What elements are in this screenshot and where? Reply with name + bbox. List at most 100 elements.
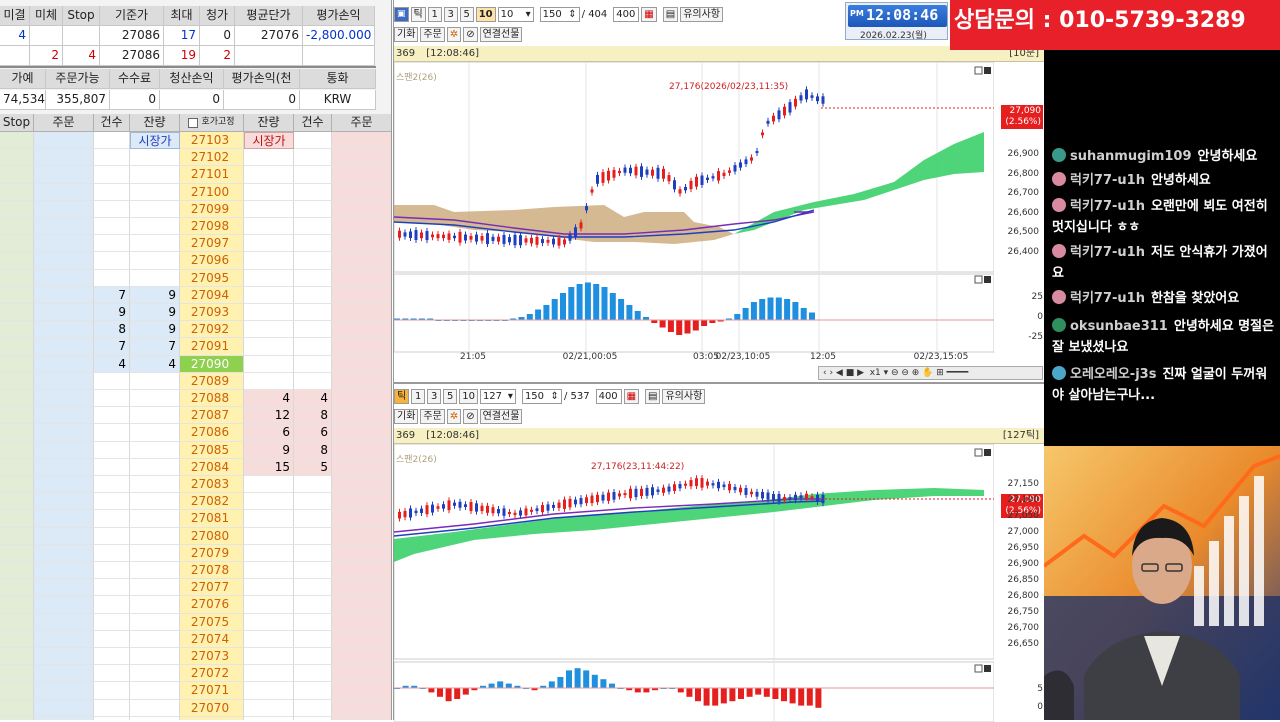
sell-order-cell[interactable] — [332, 544, 391, 562]
price-cell[interactable]: 27102 — [180, 149, 244, 167]
sell-order-cell[interactable] — [332, 699, 391, 717]
chat-author[interactable]: 럭키77-u1h — [1070, 173, 1145, 188]
count-input[interactable]: 150 ⇕ — [539, 6, 580, 22]
tab-linked-futures[interactable]: 연결선물 — [479, 408, 523, 424]
sell-order-cell[interactable] — [332, 286, 391, 304]
interval-10-button[interactable]: 10 — [459, 388, 478, 404]
sell-order-cell[interactable] — [332, 613, 391, 631]
sell-order-cell[interactable] — [332, 304, 391, 322]
tab-gihwa[interactable]: 기화 — [394, 408, 419, 424]
price-cell[interactable]: 27070 — [180, 699, 244, 717]
price-cell[interactable]: 27103 — [180, 132, 244, 150]
sell-order-cell[interactable] — [332, 235, 391, 253]
price-cell[interactable]: 27079 — [180, 544, 244, 562]
sell-order-cell[interactable] — [332, 183, 391, 201]
price-cell[interactable]: 27072 — [180, 665, 244, 683]
avatar[interactable] — [1052, 318, 1066, 332]
buy-order-cell[interactable] — [34, 544, 94, 562]
count-input[interactable]: 150 ⇕ — [521, 388, 562, 404]
buy-order-cell[interactable] — [34, 132, 94, 150]
price-cell[interactable]: 27101 — [180, 166, 244, 184]
chart2-canvas[interactable] — [394, 444, 1045, 722]
zoom-input[interactable]: 400 — [613, 6, 640, 22]
buy-order-cell[interactable] — [34, 407, 94, 425]
interval-1-button[interactable]: 1 — [427, 6, 442, 22]
chat-author[interactable]: 럭키77-u1h — [1070, 245, 1145, 260]
price-cell[interactable]: 27092 — [180, 321, 244, 339]
price-cell[interactable]: 27084 — [180, 458, 244, 476]
avatar[interactable] — [1052, 198, 1066, 212]
price-cell[interactable]: 27071 — [180, 682, 244, 700]
buy-order-cell[interactable] — [34, 235, 94, 253]
buy-order-cell[interactable] — [34, 390, 94, 408]
price-cell[interactable]: 27087 — [180, 407, 244, 425]
sell-order-cell[interactable] — [332, 510, 391, 528]
buy-order-cell[interactable] — [34, 372, 94, 390]
interval-select[interactable]: 10 ▾ — [497, 6, 534, 22]
price-cell[interactable]: 27088 — [180, 390, 244, 408]
buy-order-cell[interactable] — [34, 699, 94, 717]
sell-order-cell[interactable] — [332, 218, 391, 236]
tab-linked-futures[interactable]: 연결선물 — [479, 26, 523, 42]
tab-gihwa[interactable]: 기화 — [394, 26, 419, 42]
buy-order-cell[interactable] — [34, 527, 94, 545]
price-cell[interactable]: 27096 — [180, 252, 244, 270]
avatar[interactable] — [1052, 366, 1066, 380]
price-cell[interactable]: 27073 — [180, 648, 244, 666]
buy-order-cell[interactable] — [34, 304, 94, 322]
price-cell[interactable]: 27081 — [180, 510, 244, 528]
sell-order-cell[interactable] — [332, 476, 391, 494]
tick-button[interactable]: 틱 — [410, 6, 426, 22]
interval-1-button[interactable]: 1 — [411, 388, 426, 404]
sell-order-cell[interactable] — [332, 372, 391, 390]
tab-order[interactable]: 주문 — [420, 26, 445, 42]
buy-order-cell[interactable] — [34, 183, 94, 201]
buy-order-cell[interactable] — [34, 218, 94, 236]
interval-5-button[interactable]: 5 — [459, 6, 474, 22]
buy-order-cell[interactable] — [34, 355, 94, 373]
sell-order-cell[interactable] — [332, 166, 391, 184]
buy-order-cell[interactable] — [34, 424, 94, 442]
price-cell[interactable]: 27091 — [180, 338, 244, 356]
avatar[interactable] — [1052, 290, 1066, 304]
price-cell[interactable]: 27082 — [180, 493, 244, 511]
market-sell-button[interactable]: 시장가 — [244, 132, 294, 149]
price-cell[interactable]: 27095 — [180, 269, 244, 287]
sell-order-cell[interactable] — [332, 682, 391, 700]
price-cell[interactable]: 27093 — [180, 304, 244, 322]
buy-order-cell[interactable] — [34, 252, 94, 270]
sell-order-cell[interactable] — [332, 579, 391, 597]
sell-order-cell[interactable] — [332, 441, 391, 459]
buy-order-cell[interactable] — [34, 579, 94, 597]
avatar[interactable] — [1052, 148, 1066, 162]
sell-order-cell[interactable] — [332, 355, 391, 373]
chart1-canvas[interactable] — [394, 62, 1045, 382]
price-cell[interactable]: 27076 — [180, 596, 244, 614]
price-cell[interactable]: 27100 — [180, 183, 244, 201]
sell-order-cell[interactable] — [332, 269, 391, 287]
sell-order-cell[interactable] — [332, 630, 391, 648]
sell-order-cell[interactable] — [332, 149, 391, 167]
price-cell[interactable]: 27074 — [180, 630, 244, 648]
sell-order-cell[interactable] — [332, 407, 391, 425]
zoom-input[interactable]: 400 — [595, 388, 622, 404]
notice-button[interactable]: 유의사항 — [662, 388, 706, 404]
sell-order-cell[interactable] — [332, 562, 391, 580]
price-cell[interactable]: 27075 — [180, 613, 244, 631]
buy-order-cell[interactable] — [34, 648, 94, 666]
avatar[interactable] — [1052, 172, 1066, 186]
buy-order-cell[interactable] — [34, 458, 94, 476]
price-cell[interactable]: 27080 — [180, 527, 244, 545]
buy-order-cell[interactable] — [34, 321, 94, 339]
buy-order-cell[interactable] — [34, 510, 94, 528]
buy-order-cell[interactable] — [34, 613, 94, 631]
price-cell[interactable]: 27078 — [180, 562, 244, 580]
price-cell[interactable]: 27094 — [180, 286, 244, 304]
chat-author[interactable]: 럭키77-u1h — [1070, 291, 1145, 306]
interval-3-button[interactable]: 3 — [427, 388, 442, 404]
calendar-icon[interactable]: ▦ — [623, 388, 640, 404]
menu-icon[interactable]: ▣ — [394, 6, 409, 22]
buy-order-cell[interactable] — [34, 200, 94, 218]
sell-order-cell[interactable] — [332, 338, 391, 356]
chat-author[interactable]: oksunbae311 — [1070, 319, 1168, 334]
